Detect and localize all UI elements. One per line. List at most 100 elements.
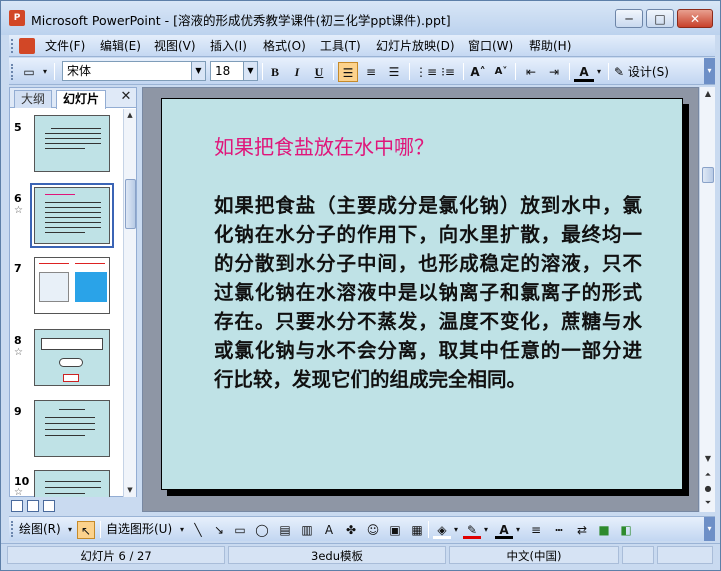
slideshow-view-icon[interactable] xyxy=(43,500,55,512)
powerpoint-app-icon[interactable]: P xyxy=(9,10,25,26)
previous-slide-icon[interactable]: ⏶ xyxy=(701,468,715,482)
underline-button[interactable]: U xyxy=(309,62,329,82)
vertical-textbox-tool-icon[interactable]: ▥ xyxy=(298,521,316,539)
increase-indent-icon[interactable]: ⇥ xyxy=(544,62,564,82)
slide-title[interactable]: 如果把食盐放在水中哪？ xyxy=(214,131,434,160)
menu-format[interactable]: 格式(O) xyxy=(263,38,306,54)
chevron-down-icon[interactable]: ▼ xyxy=(191,62,205,80)
draw-font-color-chevron-icon[interactable]: ▾ xyxy=(513,521,523,539)
dash-style-icon[interactable]: ┅ xyxy=(550,521,568,539)
close-button[interactable]: ✕ xyxy=(677,9,713,28)
autoshapes-button[interactable]: 自选图形(U) xyxy=(106,521,172,538)
draw-menu-button[interactable]: 绘图(R) xyxy=(19,521,61,538)
menu-slideshow[interactable]: 幻灯片放映(D) xyxy=(376,38,455,54)
tab-slides[interactable]: 幻灯片 xyxy=(56,90,107,109)
scroll-up-icon[interactable]: ▲ xyxy=(124,109,136,122)
tab-outline[interactable]: 大纲 xyxy=(14,90,53,108)
wordart-tool-icon[interactable]: A xyxy=(320,521,338,539)
autoshapes-chevron-icon[interactable]: ▾ xyxy=(177,521,187,539)
drawing-toolbar-overflow-chevron-icon[interactable]: ▾ xyxy=(704,517,715,541)
align-left-icon[interactable]: ☰ xyxy=(338,62,358,82)
toolbar-overflow-chevron-icon[interactable]: ▾ xyxy=(704,58,715,84)
decrease-font-size-icon[interactable]: A˅ xyxy=(491,62,511,82)
maximize-button[interactable]: □ xyxy=(646,9,674,28)
textbox-tool-icon[interactable]: ▤ xyxy=(276,521,294,539)
bold-button[interactable]: B xyxy=(265,62,285,82)
current-slide[interactable]: 如果把食盐放在水中哪？ 如果把食盐（主要成分是氯化钠）放到水中，氯化钠在水分子的… xyxy=(161,98,683,490)
oval-tool-icon[interactable]: ◯ xyxy=(253,521,271,539)
toolbar-separator xyxy=(463,63,464,80)
diagram-tool-icon[interactable]: ✤ xyxy=(342,521,360,539)
chevron-down-icon[interactable]: ▼ xyxy=(243,62,257,80)
slide-thumbnail-9[interactable] xyxy=(34,400,110,457)
align-center-icon[interactable]: ≡ xyxy=(361,62,381,82)
line-tool-icon[interactable]: ╲ xyxy=(189,521,207,539)
arrow-style-icon[interactable]: ⇄ xyxy=(573,521,591,539)
menu-tools[interactable]: 工具(T) xyxy=(320,38,361,54)
scrollbar-thumb[interactable] xyxy=(702,167,714,183)
decrease-indent-icon[interactable]: ⇤ xyxy=(521,62,541,82)
line-color-icon[interactable]: ✎ xyxy=(463,521,481,539)
menu-file[interactable]: 文件(F) xyxy=(45,38,85,54)
normal-view-icon[interactable] xyxy=(11,500,23,512)
3d-style-icon[interactable]: ◧ xyxy=(617,521,635,539)
draw-menu-chevron-icon[interactable]: ▾ xyxy=(65,521,75,539)
slide-thumbnail-8[interactable] xyxy=(34,329,110,386)
design-button[interactable]: ✎ 设计(S) xyxy=(614,62,669,82)
toolbar-separator xyxy=(409,63,410,80)
minimize-button[interactable]: ─ xyxy=(615,9,643,28)
slide-number: 9 xyxy=(14,405,22,418)
diagram-box xyxy=(41,338,103,350)
fill-color-chevron-icon[interactable]: ▾ xyxy=(451,521,461,539)
select-arrow-icon[interactable]: ↖ xyxy=(77,521,95,539)
slide-sorter-view-icon[interactable] xyxy=(27,500,39,512)
menu-insert[interactable]: 插入(I) xyxy=(210,38,247,54)
image-insert-icon[interactable]: ▦ xyxy=(408,521,426,539)
scroll-down-icon[interactable]: ▼ xyxy=(124,484,136,497)
font-name-value: 宋体 xyxy=(67,64,92,78)
slide-body-text[interactable]: 如果把食盐（主要成分是氯化钠）放到水中，氯化钠在水分子的作用下，向水里扩散，最终… xyxy=(214,191,642,394)
clipart-tool-icon[interactable]: ☺ xyxy=(364,521,382,539)
toolbar-grip-handle[interactable] xyxy=(11,64,15,80)
font-size-select[interactable]: 18 ▼ xyxy=(210,61,258,81)
menu-window[interactable]: 窗口(W) xyxy=(468,38,513,54)
rectangle-tool-icon[interactable]: ▭ xyxy=(231,521,249,539)
arrow-tool-icon[interactable]: ↘ xyxy=(210,521,228,539)
slide-scrollbar[interactable]: ▲ ▼ ⏶ ● ⏷ xyxy=(699,87,715,512)
scroll-up-icon[interactable]: ▲ xyxy=(701,87,715,101)
title-bar[interactable]: P Microsoft PowerPoint - [溶液的形成优秀教学课件(初三… xyxy=(1,1,720,35)
slide-thumbnail-5[interactable] xyxy=(34,115,110,172)
next-slide-icon[interactable]: ⏷ xyxy=(701,496,715,510)
select-browse-object-icon[interactable]: ● xyxy=(701,482,715,496)
scroll-down-icon[interactable]: ▼ xyxy=(701,452,715,466)
font-color-chevron-icon[interactable]: ▾ xyxy=(593,62,605,82)
menu-grip-handle[interactable] xyxy=(11,39,15,53)
font-name-select[interactable]: 宋体 ▼ xyxy=(62,61,206,81)
scrollbar-thumb[interactable] xyxy=(125,179,136,229)
toolbar-grip-handle[interactable] xyxy=(11,521,15,537)
increase-font-size-icon[interactable]: A˄ xyxy=(468,62,488,82)
menu-help[interactable]: 帮助(H) xyxy=(529,38,571,54)
italic-button[interactable]: I xyxy=(287,62,307,82)
menu-edit[interactable]: 编辑(E) xyxy=(100,38,141,54)
draw-font-color-icon[interactable]: A xyxy=(495,521,513,539)
thumbnail-scrollbar[interactable]: ▲ ▼ xyxy=(123,109,136,497)
shadow-style-icon[interactable]: ■ xyxy=(595,521,613,539)
beaker-left xyxy=(39,272,69,302)
toolbar-options-chevron-icon[interactable]: ▾ xyxy=(39,62,51,82)
align-right-icon[interactable]: ☰ xyxy=(384,62,404,82)
menu-view[interactable]: 视图(V) xyxy=(154,38,196,54)
slide-thumbnail-6[interactable] xyxy=(30,183,114,248)
line-color-chevron-icon[interactable]: ▾ xyxy=(481,521,491,539)
picture-tool-icon[interactable]: ▣ xyxy=(386,521,404,539)
close-pane-icon[interactable]: ✕ xyxy=(119,88,133,106)
fill-color-icon[interactable]: ◈ xyxy=(433,521,451,539)
slide-thumbnail-10[interactable] xyxy=(34,470,110,497)
slide-thumbnail-7[interactable] xyxy=(34,257,110,314)
font-color-icon[interactable]: A xyxy=(574,62,594,82)
new-slide-icon[interactable]: ▭ xyxy=(19,62,39,82)
line-style-icon[interactable]: ≡ xyxy=(527,521,545,539)
bullet-list-icon[interactable]: ⁝≡ xyxy=(438,62,458,82)
numbered-list-icon[interactable]: ⋮≡ xyxy=(415,62,437,82)
document-icon[interactable] xyxy=(19,38,35,54)
